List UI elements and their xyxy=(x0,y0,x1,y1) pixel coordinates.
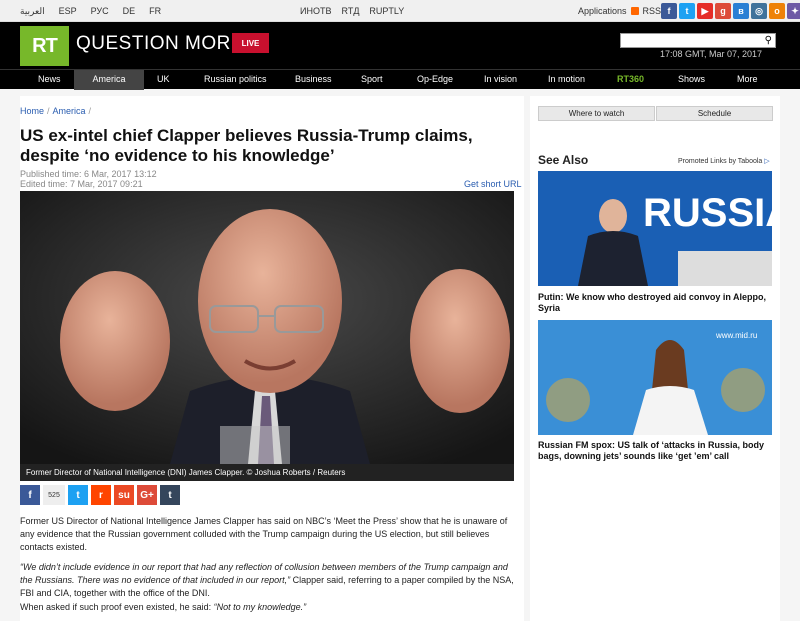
story-title-2[interactable]: Russian FM spox: US talk of ‘attacks in … xyxy=(538,440,774,462)
short-url-link[interactable]: Get short URL xyxy=(464,179,522,189)
channel-rtd[interactable]: RTД xyxy=(341,6,359,16)
nav-shows[interactable]: Shows xyxy=(678,74,705,84)
current-time: 17:08 GMT, Mar 07, 2017 xyxy=(660,49,763,59)
share-twitter-icon[interactable]: t xyxy=(68,485,88,505)
rss-icon[interactable] xyxy=(630,7,639,15)
top-bar: العربية ESP РУС DE FR ИНОТВ RTД RUPTLY A… xyxy=(0,0,800,22)
article-paragraph-1: Former US Director of National Intellige… xyxy=(20,516,508,552)
lang-rus[interactable]: РУС xyxy=(91,6,109,17)
nav-business[interactable]: Business xyxy=(295,74,332,84)
nav-more[interactable]: More xyxy=(737,74,758,84)
zakharova-photo-illustration: www.mid.ru xyxy=(538,320,772,435)
nav-america[interactable]: America xyxy=(74,70,144,90)
schedule-button[interactable]: Schedule xyxy=(656,106,773,121)
paragraph-3-quote: “Not to my knowledge.” xyxy=(213,602,307,612)
share-facebook-icon[interactable]: f xyxy=(20,485,40,505)
tagline: QUESTION MORE xyxy=(76,33,245,54)
facebook-icon[interactable]: f xyxy=(661,3,677,19)
odnoklassniki-icon[interactable]: о xyxy=(769,3,785,19)
story-thumb-1[interactable]: RUSSIA xyxy=(538,171,772,286)
photo-caption: Former Director of National Intelligence… xyxy=(20,464,514,481)
lang-fr[interactable]: FR xyxy=(149,6,161,17)
live-button[interactable]: LIVE xyxy=(232,33,269,53)
taboola-icon: ▷ xyxy=(764,158,770,165)
nav-uk[interactable]: UK xyxy=(157,74,170,84)
share-googleplus-icon[interactable]: G+ xyxy=(137,485,157,505)
edited-time: Edited time: 7 Mar, 2017 09:21 xyxy=(20,179,143,189)
nav-russian-politics[interactable]: Russian politics xyxy=(204,74,267,84)
article-photo xyxy=(20,191,514,464)
paragraph-3-start: When asked if such proof even existed, h… xyxy=(20,602,214,612)
article-paragraph-2: “We didn’t include evidence in our repor… xyxy=(20,561,515,600)
breadcrumb: Home / America / xyxy=(20,106,92,116)
putin-photo-illustration: RUSSIA xyxy=(538,171,772,286)
search-icon[interactable]: ⚲ xyxy=(765,35,772,46)
applications-link[interactable]: Applications xyxy=(578,6,627,16)
nav-in-vision[interactable]: In vision xyxy=(484,74,517,84)
nav-news[interactable]: News xyxy=(38,74,61,84)
story-thumb-2[interactable]: www.mid.ru xyxy=(538,320,772,435)
see-also-heading: See Also xyxy=(538,153,589,167)
main-nav: News America UK Russian politics Busines… xyxy=(0,69,800,90)
breadcrumb-america[interactable]: America xyxy=(53,106,86,116)
channel-ruptly[interactable]: RUPTLY xyxy=(369,6,404,16)
telegram-icon[interactable]: ✦ xyxy=(787,3,800,19)
vk-icon[interactable]: в xyxy=(733,3,749,19)
clapper-photo-illustration xyxy=(20,191,514,464)
rss-link[interactable]: RSS xyxy=(643,6,662,16)
nav-op-edge[interactable]: Op-Edge xyxy=(417,74,453,84)
where-to-watch-button[interactable]: Where to watch xyxy=(538,106,655,121)
search-input[interactable]: ⚲ xyxy=(620,33,776,48)
taboola-link[interactable]: Promoted Links by Taboola ▷ xyxy=(678,157,770,165)
lang-esp[interactable]: ESP xyxy=(59,6,77,17)
article-meta: Published time: 6 Mar, 2017 13:12 Edited… xyxy=(20,169,157,189)
article-title: US ex-intel chief Clapper believes Russi… xyxy=(20,126,473,165)
share-stumbleupon-icon[interactable]: su xyxy=(114,485,134,505)
channel-inotv[interactable]: ИНОТВ xyxy=(300,6,331,16)
channel-links: ИНОТВ RTД RUPTLY xyxy=(300,6,404,16)
article-paragraph-3: When asked if such proof even existed, h… xyxy=(20,601,515,614)
breadcrumb-home[interactable]: Home xyxy=(20,106,44,116)
lang-arabic[interactable]: العربية xyxy=(20,6,45,17)
nav-sport[interactable]: Sport xyxy=(361,74,383,84)
nav-in-motion[interactable]: In motion xyxy=(548,74,585,84)
social-icons: f t ▶ g в ◎ о ✦ xyxy=(661,3,800,19)
story-1-banner: RUSSIA xyxy=(643,191,772,235)
story-2-banner: www.mid.ru xyxy=(715,331,757,340)
share-tumblr-icon[interactable]: t xyxy=(160,485,180,505)
site-header: RT QUESTION MORE LIVE ⚲ 17:08 GMT, Mar 0… xyxy=(0,22,800,69)
googleplus-icon[interactable]: g xyxy=(715,3,731,19)
apps-rss: Applications RSS xyxy=(578,6,661,16)
story-title-1[interactable]: Putin: We know who destroyed aid convoy … xyxy=(538,292,774,314)
share-reddit-icon[interactable]: r xyxy=(91,485,111,505)
twitter-icon[interactable]: t xyxy=(679,3,695,19)
rt-logo[interactable]: RT xyxy=(20,26,69,66)
share-count: 525 xyxy=(43,485,65,505)
lang-de[interactable]: DE xyxy=(123,6,136,17)
youtube-icon[interactable]: ▶ xyxy=(697,3,713,19)
published-time: Published time: 6 Mar, 2017 13:12 xyxy=(20,169,157,179)
share-bar: f 525 t r su G+ t xyxy=(20,485,180,505)
language-links: العربية ESP РУС DE FR xyxy=(20,6,161,17)
nav-rt360[interactable]: RT360 xyxy=(617,74,644,84)
instagram-icon[interactable]: ◎ xyxy=(751,3,767,19)
